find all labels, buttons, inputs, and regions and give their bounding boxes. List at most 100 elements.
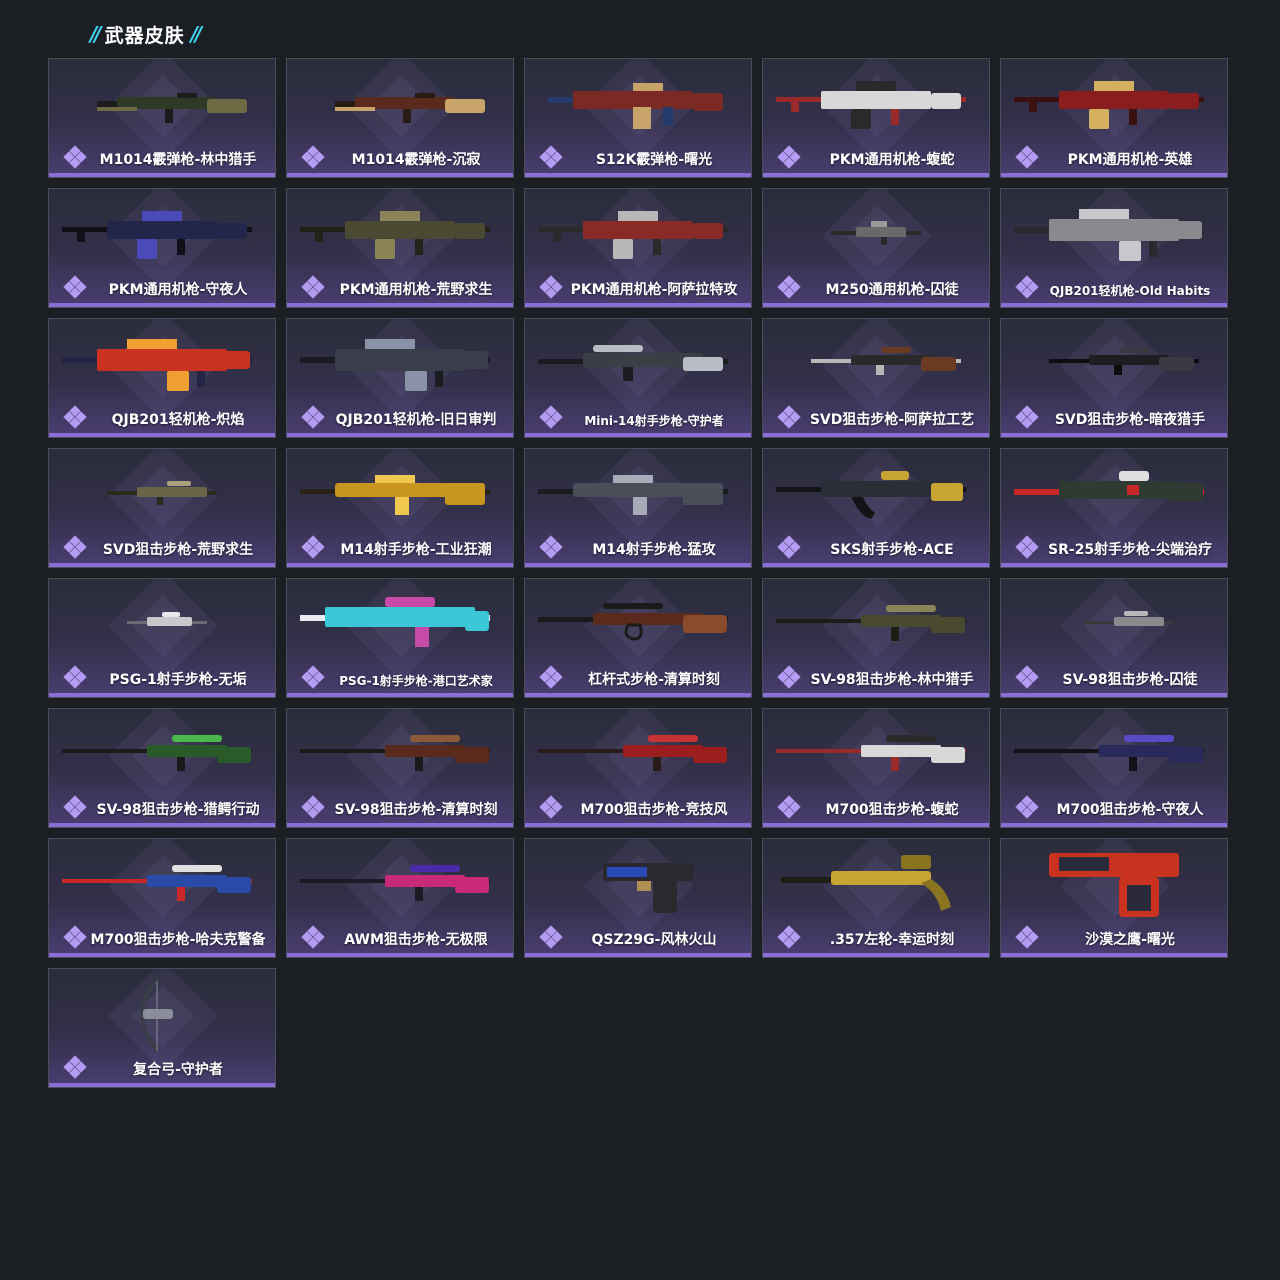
skin-card[interactable]: PSG-1射手步枪-无垢 [48,578,276,698]
skin-card[interactable]: M250通用机枪-囚徒 [762,188,990,308]
skin-card[interactable]: AWM狙击步枪-无极限 [286,838,514,958]
weapon-image-shotgun-mag [533,67,743,143]
weapon-image-mg [771,67,981,143]
skin-card[interactable]: .357左轮-幸运时刻 [762,838,990,958]
weapon-image-svd [1009,327,1219,403]
rarity-diamond-icon [1015,925,1039,949]
skin-card[interactable]: QSZ29G-风林火山 [524,838,752,958]
skin-card[interactable]: PSG-1射手步枪-港口艺术家 [286,578,514,698]
skin-card[interactable]: PKM通用机枪-守夜人 [48,188,276,308]
skin-card[interactable]: PKM通用机枪-荒野求生 [286,188,514,308]
rarity-diamond-icon [539,795,563,819]
skin-card[interactable]: S12K霰弹枪-曙光 [524,58,752,178]
skin-name: Mini-14射手步枪-守护者 [584,414,724,428]
rarity-diamond-icon [777,925,801,949]
weapon-image-sniper [57,847,267,923]
rarity-diamond-icon [63,535,87,559]
skin-grid: M1014霰弹枪-林中猎手 M1014霰弹枪-沉寂 S12K霰弹枪-曙光 PKM… [48,58,1228,1088]
skin-name: M14射手步枪-猛攻 [592,542,716,558]
rarity-diamond-icon [301,405,325,429]
skin-card[interactable]: SV-98狙击步枪-猎鳄行动 [48,708,276,828]
weapon-image-sniper [295,717,505,793]
weapon-image-psg [295,587,505,663]
skin-card[interactable]: QJB201轻机枪-Old Habits [1000,188,1228,308]
skin-name: PKM通用机枪-荒野求生 [339,282,493,298]
skin-name: SKS射手步枪-ACE [830,542,954,558]
rarity-diamond-icon [777,405,801,429]
skin-card[interactable]: SVD狙击步枪-阿萨拉工艺 [762,318,990,438]
rarity-diamond-icon [1015,795,1039,819]
skin-card[interactable]: PKM通用机枪-阿萨拉特攻 [524,188,752,308]
skin-card[interactable]: M14射手步枪-工业狂潮 [286,448,514,568]
weapon-image-deagle [1009,847,1219,923]
rarity-diamond-icon [1015,145,1039,169]
weapon-image-m14 [533,457,743,533]
weapon-image-lmg [57,327,267,403]
skin-card[interactable]: M700狙击步枪-竞技风 [524,708,752,828]
skin-name: PSG-1射手步枪-港口艺术家 [339,674,493,688]
rarity-diamond-icon [301,535,325,559]
skin-card[interactable]: 沙漠之鹰-曙光 [1000,838,1228,958]
rarity-diamond-icon [777,795,801,819]
weapon-image-m14 [295,457,505,533]
rarity-diamond-icon [63,665,87,689]
weapon-image-mg [1009,67,1219,143]
skin-card[interactable]: M1014霰弹枪-林中猎手 [48,58,276,178]
rarity-diamond-icon [777,665,801,689]
rarity-diamond-icon [539,145,563,169]
rarity-diamond-icon [301,275,325,299]
skin-name: .357左轮-幸运时刻 [829,932,955,948]
skin-name: PKM通用机枪-蝮蛇 [829,152,955,168]
skin-card[interactable]: SVD狙击步枪-荒野求生 [48,448,276,568]
skin-name: QJB201轻机枪-炽焰 [111,412,245,428]
skin-card[interactable]: SV-98狙击步枪-清算时刻 [286,708,514,828]
skin-card[interactable]: SVD狙击步枪-暗夜猎手 [1000,318,1228,438]
skin-card[interactable]: PKM通用机枪-蝮蛇 [762,58,990,178]
rarity-diamond-icon [63,1055,87,1079]
skin-card[interactable]: M14射手步枪-猛攻 [524,448,752,568]
weapon-image-mg [533,197,743,273]
skin-name: M700狙击步枪-蝮蛇 [825,802,959,818]
weapon-image-sniper [771,717,981,793]
rarity-diamond-icon [777,145,801,169]
rarity-diamond-icon [301,665,325,689]
skin-name: SR-25射手步枪-尖端治疗 [1048,542,1212,558]
rarity-diamond-icon [1015,535,1039,559]
skin-card[interactable]: PKM通用机枪-英雄 [1000,58,1228,178]
accent-slash-icon: // [190,22,202,46]
skin-card[interactable]: SV-98狙击步枪-林中猎手 [762,578,990,698]
skin-card[interactable]: Mini-14射手步枪-守护者 [524,318,752,438]
weapon-image-sks [771,457,981,533]
skin-card[interactable]: 复合弓-守护者 [48,968,276,1088]
skin-card[interactable]: SR-25射手步枪-尖端治疗 [1000,448,1228,568]
skin-name: 杠杆式步枪-清算时刻 [588,672,720,688]
skin-card[interactable]: 杠杆式步枪-清算时刻 [524,578,752,698]
skin-name: SVD狙击步枪-阿萨拉工艺 [809,412,975,428]
skin-card[interactable]: M1014霰弹枪-沉寂 [286,58,514,178]
skin-name: M250通用机枪-囚徒 [825,282,959,298]
skin-name: AWM狙击步枪-无极限 [344,932,488,948]
rarity-diamond-icon [777,535,801,559]
accent-slash-icon: // [90,22,101,46]
rarity-diamond-icon [63,795,87,819]
skin-card[interactable]: M700狙击步枪-哈夫克警备 [48,838,276,958]
skin-card[interactable]: SV-98狙击步枪-囚徒 [1000,578,1228,698]
skin-name: M14射手步枪-工业狂潮 [340,542,492,558]
skin-card[interactable]: QJB201轻机枪-旧日审判 [286,318,514,438]
skin-name: M700狙击步枪-哈夫克警备 [90,932,266,948]
rarity-diamond-icon [539,405,563,429]
skin-card[interactable]: M700狙击步枪-守夜人 [1000,708,1228,828]
rarity-diamond-icon [63,925,87,949]
skin-name: 沙漠之鹰-曙光 [1085,932,1175,948]
rarity-diamond-icon [539,925,563,949]
weapon-image-sniper [533,717,743,793]
skin-name: M700狙击步枪-竞技风 [580,802,728,818]
skin-name: PKM通用机枪-英雄 [1067,152,1193,168]
rarity-diamond-icon [301,925,325,949]
weapon-image-lmg [295,327,505,403]
weapon-image-shotgun [295,67,505,143]
skin-card[interactable]: SKS射手步枪-ACE [762,448,990,568]
skin-card[interactable]: QJB201轻机枪-炽焰 [48,318,276,438]
skin-card[interactable]: M700狙击步枪-蝮蛇 [762,708,990,828]
weapon-image-mg-small [771,197,981,273]
